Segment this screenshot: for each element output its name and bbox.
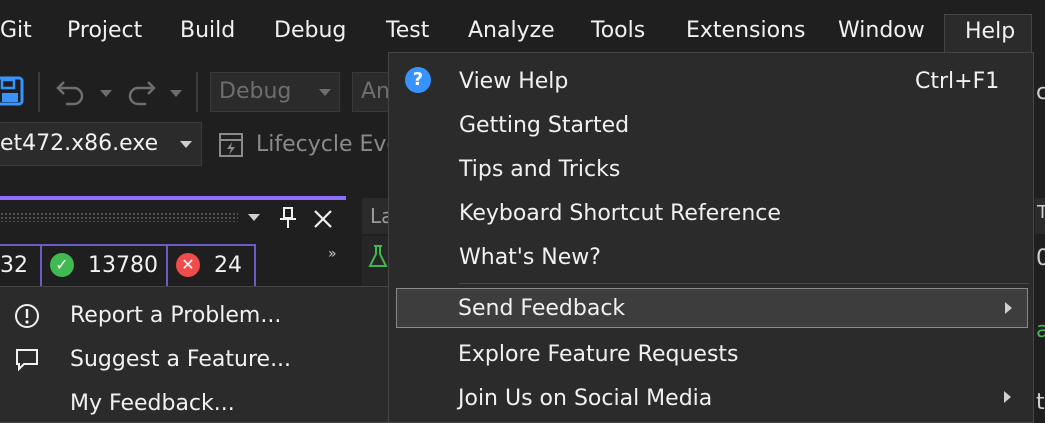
report-problem-item[interactable]: Report a Problem... (70, 303, 281, 328)
total-count-value: 32 (0, 253, 28, 278)
test-beaker-icon (368, 244, 388, 270)
configuration-value: Debug (219, 79, 292, 104)
toolbar-separator (196, 72, 198, 112)
menu-help-active[interactable]: Help (944, 14, 1032, 54)
redo-icon[interactable] (126, 78, 158, 106)
menu-separator (459, 283, 1029, 284)
edge-tab-label: T (1037, 202, 1045, 223)
whats-new-item[interactable]: What's New? (459, 245, 601, 270)
menu-test[interactable]: Test (386, 18, 429, 43)
menu-build[interactable]: Build (180, 18, 235, 43)
passed-tests-filter[interactable]: ✓ 13780 (40, 244, 168, 288)
explore-feature-requests-item[interactable]: Explore Feature Requests (458, 342, 739, 367)
document-gutter (362, 236, 390, 286)
feedback-submenu: Report a Problem... Suggest a Feature...… (0, 286, 392, 423)
failed-count-value: 24 (214, 253, 242, 278)
x-circle-icon: ✕ (176, 253, 200, 277)
configuration-dropdown[interactable]: Debug (210, 72, 340, 112)
save-icon[interactable] (0, 76, 24, 108)
suggest-feature-item[interactable]: Suggest a Feature... (70, 347, 291, 372)
close-icon[interactable] (312, 208, 334, 230)
chevron-down-icon (180, 141, 192, 148)
help-circle-icon: ? (405, 67, 431, 93)
menu-help[interactable]: Help (965, 19, 1015, 44)
lifecycle-events-label[interactable]: Lifecycle Eve (256, 132, 400, 157)
undo-icon[interactable] (54, 78, 86, 106)
panel-options-icon[interactable] (248, 214, 260, 221)
document-tab[interactable]: La (362, 198, 393, 234)
overflow-chevron-icon[interactable]: » (328, 246, 337, 262)
getting-started-item[interactable]: Getting Started (459, 113, 629, 138)
menu-window[interactable]: Window (838, 18, 925, 43)
keyboard-shortcut-reference-item[interactable]: Keyboard Shortcut Reference (459, 201, 781, 226)
menu-tools[interactable]: Tools (591, 18, 645, 43)
speech-bubble-icon (14, 347, 40, 373)
send-feedback-label: Send Feedback (458, 296, 626, 321)
view-help-item[interactable]: View Help (459, 69, 568, 94)
menu-extensions[interactable]: Extensions (686, 18, 805, 43)
undo-dropdown-icon[interactable] (100, 90, 112, 97)
submenu-arrow-icon (1004, 391, 1011, 403)
failed-tests-filter[interactable]: ✕ 24 (166, 244, 256, 288)
tips-and-tricks-item[interactable]: Tips and Tricks (459, 157, 620, 182)
toolbar-separator (38, 72, 40, 112)
panel-active-border (0, 196, 346, 200)
check-circle-icon: ✓ (50, 253, 74, 277)
edge-text-fragment: a (1036, 318, 1045, 343)
help-menu-dropdown: ? View Help Ctrl+F1 Getting Started Tips… (388, 52, 1034, 423)
view-help-shortcut: Ctrl+F1 (915, 69, 1000, 94)
menu-project[interactable]: Project (67, 18, 142, 43)
exclamation-circle-icon (14, 303, 40, 329)
my-feedback-item[interactable]: My Feedback... (70, 391, 235, 416)
pin-icon[interactable] (278, 206, 298, 230)
chevron-down-icon (319, 89, 331, 96)
menu-git[interactable]: Git (0, 18, 32, 43)
redo-dropdown-icon[interactable] (170, 90, 182, 97)
panel-drag-grip[interactable] (0, 212, 238, 222)
total-tests-count[interactable]: 32 (0, 244, 42, 288)
edge-text-fragment: 0 (1036, 246, 1045, 271)
passed-count-value: 13780 (88, 253, 158, 278)
edge-tab[interactable]: T (1035, 198, 1045, 234)
send-feedback-item[interactable]: Send Feedback (396, 288, 1028, 328)
startup-item-value: et472.x86.exe (0, 131, 159, 156)
edge-text-fragment: c (1036, 80, 1045, 105)
platform-value: An (361, 79, 390, 104)
menu-analyze[interactable]: Analyze (468, 18, 555, 43)
lifecycle-icon[interactable] (218, 132, 244, 158)
startup-item-dropdown[interactable]: et472.x86.exe (0, 122, 202, 166)
edge-text-fragment: t (1036, 390, 1045, 415)
submenu-arrow-icon (1005, 302, 1012, 314)
menu-debug[interactable]: Debug (274, 18, 346, 43)
platform-dropdown[interactable]: An (352, 72, 392, 112)
join-social-media-item[interactable]: Join Us on Social Media (458, 386, 712, 411)
